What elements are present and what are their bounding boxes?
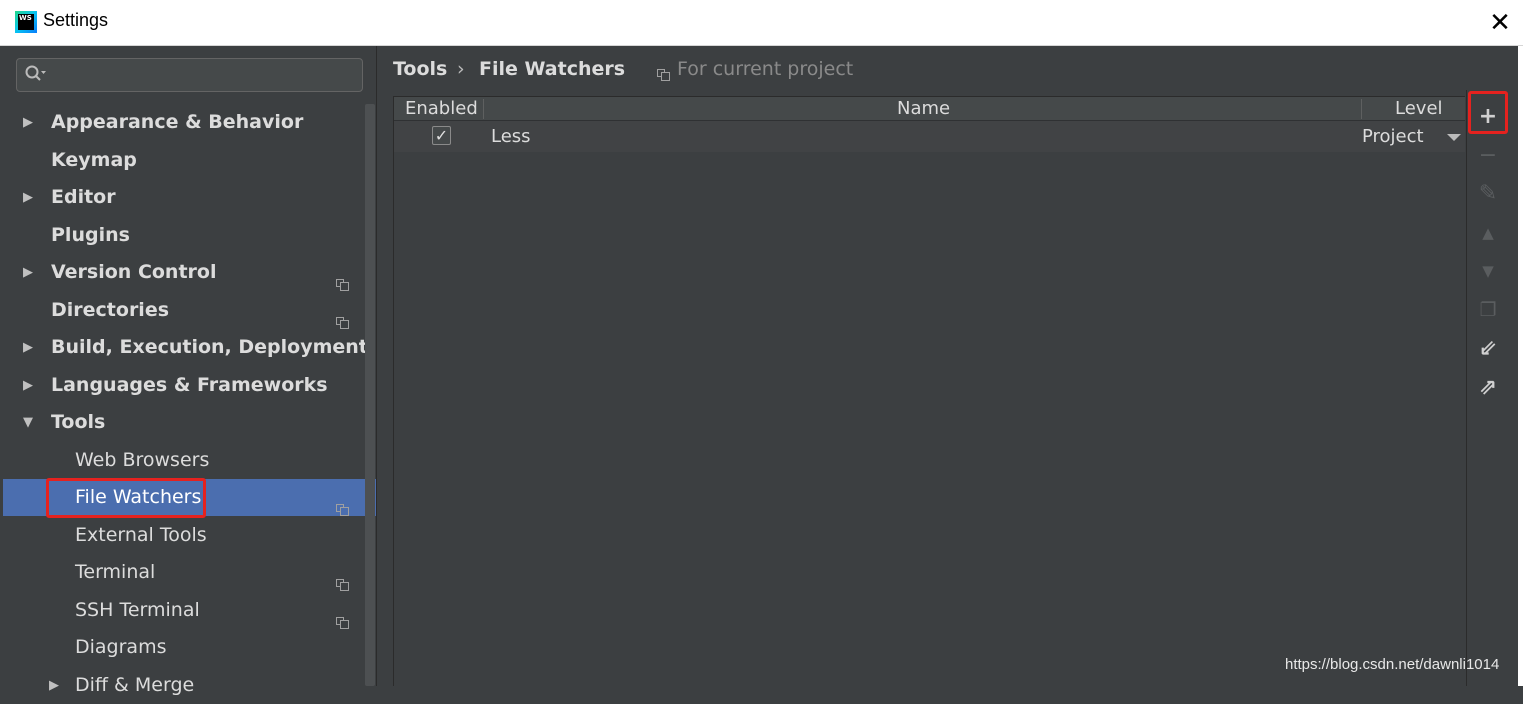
remove-icon[interactable]: − [1475, 143, 1501, 169]
sidebar-item-label: Build, Execution, Deployment [51, 336, 368, 358]
sidebar-item-label: Appearance & Behavior [51, 111, 304, 133]
highlight-box [1468, 91, 1508, 134]
collapse-arrow-icon[interactable]: ▼ [23, 404, 33, 441]
project-scope-icon [336, 567, 349, 591]
column-header-level[interactable]: Level [1395, 97, 1443, 121]
sidebar-item-label: Version Control [51, 261, 217, 283]
sidebar-item-plugins[interactable]: Plugins [3, 217, 376, 254]
sidebar-item-editor[interactable]: ▶ Editor [3, 179, 376, 216]
expand-arrow-icon[interactable]: ▶ [23, 104, 33, 141]
expand-arrow-icon[interactable]: ▶ [23, 179, 33, 216]
sidebar-item-label: Editor [51, 186, 116, 208]
sidebar-item-languages[interactable]: ▶ Languages & Frameworks [3, 367, 376, 404]
edit-icon[interactable]: ✎ [1475, 181, 1501, 207]
sidebar-item-label: Keymap [51, 149, 137, 171]
sidebar-item-build[interactable]: ▶ Build, Execution, Deployment [3, 329, 376, 366]
expand-arrow-icon[interactable]: ▶ [23, 329, 33, 366]
app-icon-text: WS [18, 14, 34, 30]
search-input[interactable] [16, 58, 363, 92]
sidebar-item-label: Tools [51, 411, 106, 433]
move-up-icon[interactable]: ▲ [1475, 220, 1501, 246]
watcher-name: Less [491, 126, 531, 147]
column-header-name[interactable]: Name [897, 97, 950, 121]
sidebar-item-ssh-terminal[interactable]: SSH Terminal [3, 592, 376, 629]
sidebar-item-diagrams[interactable]: Diagrams [3, 629, 376, 666]
breadcrumb-parent[interactable]: Tools [393, 58, 447, 80]
sidebar-item-keymap[interactable]: Keymap [3, 142, 376, 179]
sidebar-item-appearance[interactable]: ▶ Appearance & Behavior [3, 104, 376, 141]
watermark: https://blog.csdn.net/dawnli1014 [1285, 656, 1500, 673]
copy-icon[interactable]: ❐ [1475, 297, 1501, 323]
expand-arrow-icon[interactable]: ▶ [23, 254, 33, 291]
sidebar-item-web-browsers[interactable]: Web Browsers [3, 442, 376, 479]
chevron-down-icon[interactable] [1447, 134, 1461, 141]
sidebar-item-terminal[interactable]: Terminal [3, 554, 376, 591]
sidebar-item-label: Languages & Frameworks [51, 374, 328, 396]
sidebar-item-directories[interactable]: Directories [3, 292, 376, 329]
project-scope-icon [336, 492, 349, 516]
settings-sidebar: ▶ Appearance & Behavior Keymap ▶ Editor … [3, 46, 376, 696]
export-icon[interactable]: ⇗ [1475, 375, 1501, 401]
enabled-checkbox[interactable]: ✓ [432, 126, 451, 145]
breadcrumb-current: File Watchers [479, 58, 626, 80]
import-icon[interactable]: ⇙ [1475, 336, 1501, 362]
project-scope-icon [336, 605, 349, 629]
panel-divider[interactable] [376, 46, 377, 686]
column-header-enabled[interactable]: Enabled [405, 97, 478, 121]
table-toolbar: + − ✎ ▲ ▼ ❐ ⇙ ⇗ [1466, 90, 1509, 686]
sidebar-item-label: Directories [51, 299, 170, 321]
sidebar-item-label: Terminal [75, 561, 156, 583]
sidebar-item-label: Web Browsers [75, 449, 210, 471]
project-scope-icon [657, 64, 670, 86]
sidebar-scrollbar[interactable] [365, 104, 375, 686]
move-down-icon[interactable]: ▼ [1475, 258, 1501, 284]
sidebar-item-label: External Tools [75, 524, 207, 546]
table-row[interactable]: ✓ Less Project [394, 121, 1465, 152]
search-icon [25, 64, 47, 88]
file-watchers-table[interactable]: Enabled Name Level ✓ Less Project [393, 96, 1465, 686]
window-edge [1518, 46, 1523, 686]
table-header: Enabled Name Level [394, 97, 1465, 121]
close-icon[interactable]: ✕ [1477, 0, 1523, 46]
title-bar: WS Settings ✕ [0, 0, 1523, 46]
sidebar-item-external-tools[interactable]: External Tools [3, 517, 376, 554]
project-scope-icon [336, 267, 349, 291]
expand-arrow-icon[interactable]: ▶ [23, 367, 33, 404]
project-scope-icon [336, 305, 349, 329]
level-select[interactable]: Project [1362, 121, 1424, 152]
scope-label: For current project [677, 58, 854, 80]
sidebar-item-tools[interactable]: ▼ Tools [3, 404, 376, 441]
webstorm-icon: WS [15, 11, 37, 33]
breadcrumb-separator: › [457, 58, 465, 80]
sidebar-item-label: Diagrams [75, 636, 167, 658]
sidebar-item-label: SSH Terminal [75, 599, 200, 621]
highlight-box [46, 478, 206, 518]
sidebar-item-version-control[interactable]: ▶ Version Control [3, 254, 376, 291]
window-title: Settings [43, 10, 109, 30]
sidebar-item-label: Plugins [51, 224, 130, 246]
